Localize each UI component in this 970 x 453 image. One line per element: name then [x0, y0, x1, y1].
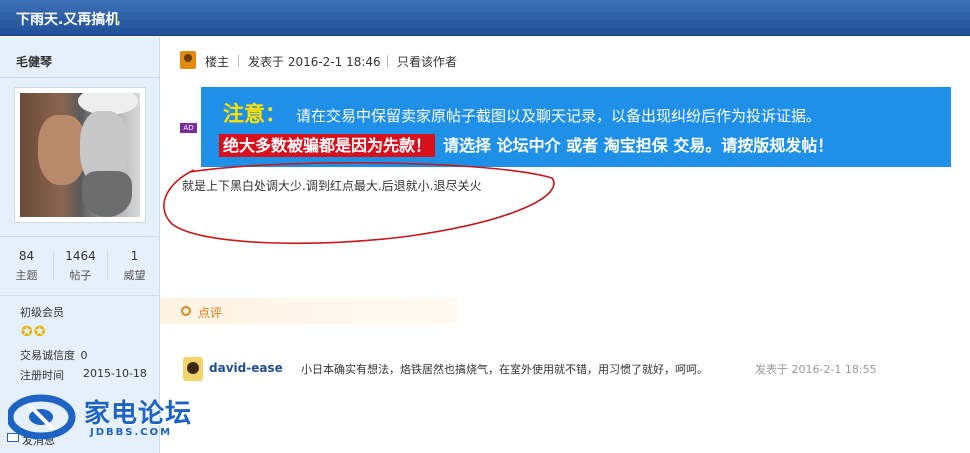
comment-section-header: 点评 [160, 298, 458, 324]
divider [0, 236, 160, 237]
notice-line1: 请在交易中保留卖家原帖子截图以及聊天记录，以备出现纠纷后作为投诉证据。 [296, 107, 822, 125]
commenter-name[interactable]: david-ease [209, 361, 283, 375]
member-level[interactable]: 初级会员 [20, 304, 64, 320]
register-label: 注册时间 [20, 369, 64, 382]
stat-topics-value: 84 [18, 249, 35, 263]
avatar-image [20, 93, 140, 217]
comment-text: 小日本确实有想法，烙铁居然也搞烧气，在室外使用就不错，用习惯了就好，呵呵。 [301, 363, 708, 376]
only-author-link[interactable]: 只看该作者 [397, 53, 457, 70]
divider [0, 77, 160, 78]
notice-line2: 请选择 论坛中介 或者 淘宝担保 交易。请按版规发帖！ [443, 136, 834, 155]
divider [0, 295, 160, 296]
logo-icon [8, 394, 76, 440]
stat-topics[interactable]: 84 主题 [0, 249, 53, 283]
notice-warning: 绝大多数被骗都是因为先款！ [219, 134, 436, 157]
commenter-avatar[interactable] [183, 357, 203, 381]
post-time: 发表于 2016-2-1 18:46 [248, 55, 381, 69]
thread-title-bar: 下雨天.又再搞机 [0, 0, 970, 36]
stat-prestige-value: 1 [130, 249, 139, 263]
divider [238, 55, 239, 67]
credit-label: 交易诚信度 [20, 349, 75, 362]
watermark-title: 家电论坛 [84, 399, 193, 429]
stat-prestige: 1 威望 [108, 249, 161, 283]
annotation-circle-icon [163, 162, 555, 245]
thread-starter-icon [180, 51, 196, 69]
watermark-domain: JDBBS.COM [90, 427, 173, 438]
notice-heading: 注意： [223, 102, 286, 126]
comment-section-label: 点评 [198, 306, 223, 320]
comment-circle-icon [181, 306, 191, 316]
stat-posts[interactable]: 1464 帖子 [54, 249, 107, 283]
site-watermark: 家电论坛 JDBBS.COM [8, 390, 208, 445]
author-stats: 84 主题 1464 帖子 1 威望 [0, 249, 160, 289]
author-avatar[interactable] [14, 87, 146, 223]
comment-time: 发表于 2016-2-1 18:55 [755, 363, 877, 376]
credit-value: 0 [80, 349, 88, 362]
stat-posts-label: 帖子 [69, 269, 92, 282]
register-date: 2015-10-18 [83, 367, 147, 380]
register-row: 注册时间 2015-10-18 [20, 367, 147, 383]
comment-row: david-ease 小日本确实有想法，烙铁居然也搞烧气，在室外使用就不错，用习… [180, 357, 960, 383]
stat-prestige-label: 威望 [123, 269, 146, 282]
stat-topics-label: 主题 [15, 269, 38, 282]
role-label: 楼主 [205, 55, 230, 69]
divider [387, 55, 388, 67]
notice-banner: 注意： 请在交易中保留卖家原帖子截图以及聊天记录，以备出现纠纷后作为投诉证据。 绝… [201, 87, 951, 167]
ad-badge: AD [180, 123, 197, 133]
stat-posts-value: 1464 [65, 249, 96, 263]
author-name[interactable]: 毛健琴 [16, 53, 52, 70]
rank-stars-icon: ✪✪ [21, 324, 47, 340]
credit-row: 交易诚信度 0 [20, 347, 88, 363]
thread-title: 下雨天.又再搞机 [16, 12, 120, 28]
